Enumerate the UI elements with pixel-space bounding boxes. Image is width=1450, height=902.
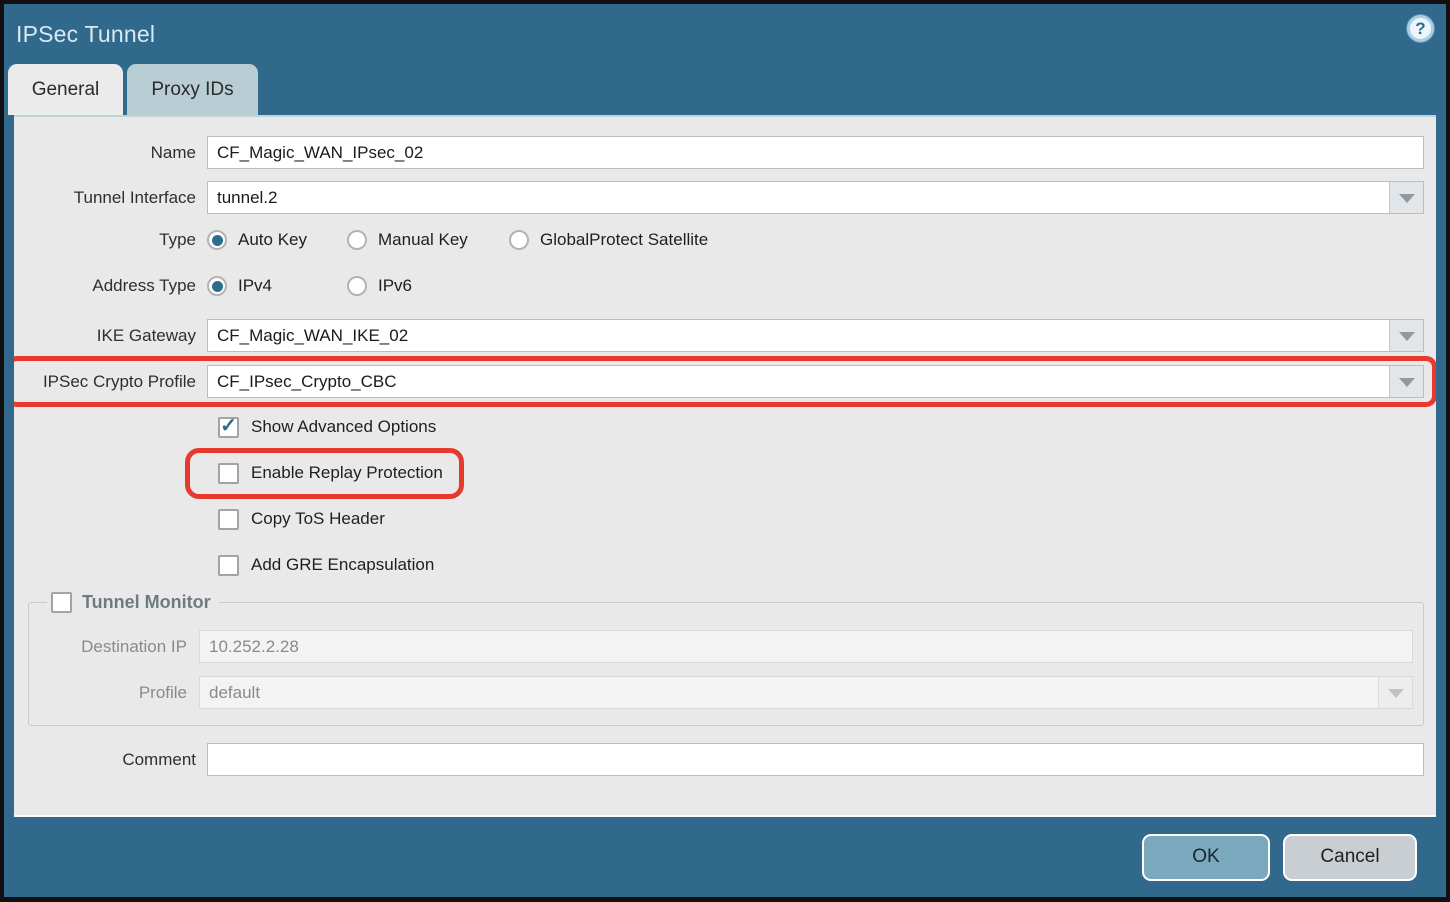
show-advanced-options-label: Show Advanced Options <box>251 417 436 437</box>
destination-ip-input <box>199 630 1413 663</box>
profile-dropdown-button <box>1378 677 1412 708</box>
radio-manual-key-label: Manual Key <box>378 230 468 250</box>
ike-gateway-row: IKE Gateway <box>14 319 1436 352</box>
show-advanced-options-checkbox[interactable] <box>218 417 239 438</box>
enable-replay-protection-row: Enable Replay Protection <box>14 460 1436 486</box>
tunnel-interface-label: Tunnel Interface <box>14 188 207 208</box>
enable-replay-protection-checkbox[interactable] <box>218 463 239 484</box>
radio-ipv4[interactable] <box>207 276 227 296</box>
profile-row: Profile <box>41 676 1413 709</box>
profile-label: Profile <box>41 683 199 703</box>
address-type-label: Address Type <box>14 276 207 296</box>
radio-ipv6-label: IPv6 <box>378 276 412 296</box>
help-icon-glyph: ? <box>1415 20 1425 37</box>
comment-input[interactable] <box>207 743 1424 776</box>
ok-button[interactable]: OK <box>1142 834 1270 881</box>
tab-proxy-ids[interactable]: Proxy IDs <box>127 64 258 115</box>
ipsec-crypto-profile-input[interactable] <box>207 365 1424 398</box>
type-label: Type <box>14 230 207 250</box>
ipsec-crypto-profile-row: IPSec Crypto Profile <box>14 365 1436 398</box>
dialog-title: IPSec Tunnel <box>16 21 155 48</box>
radio-globalprotect-satellite[interactable] <box>509 230 529 250</box>
enable-replay-protection-label: Enable Replay Protection <box>251 463 443 483</box>
ipsec-crypto-profile-dropdown-button[interactable] <box>1389 366 1423 397</box>
copy-tos-header-label: Copy ToS Header <box>251 509 385 529</box>
dialog-titlebar: IPSec Tunnel ? <box>4 4 1446 64</box>
comment-label: Comment <box>14 750 207 770</box>
copy-tos-header-checkbox[interactable] <box>218 509 239 530</box>
ipsec-crypto-profile-label: IPSec Crypto Profile <box>14 372 207 392</box>
radio-globalprotect-satellite-label: GlobalProtect Satellite <box>540 230 708 250</box>
help-icon[interactable]: ? <box>1407 15 1434 42</box>
name-row: Name <box>14 136 1436 169</box>
add-gre-encapsulation-label: Add GRE Encapsulation <box>251 555 434 575</box>
address-type-row: Address Type IPv4 IPv6 <box>14 276 1436 296</box>
profile-input <box>199 676 1413 709</box>
tunnel-interface-input[interactable] <box>207 181 1424 214</box>
tunnel-monitor-checkbox[interactable] <box>51 592 72 613</box>
ike-gateway-input[interactable] <box>207 319 1424 352</box>
tunnel-monitor-label: Tunnel Monitor <box>82 592 211 613</box>
name-input[interactable] <box>207 136 1424 169</box>
ike-gateway-dropdown-button[interactable] <box>1389 320 1423 351</box>
comment-row: Comment <box>14 743 1436 776</box>
radio-manual-key[interactable] <box>347 230 367 250</box>
destination-ip-label: Destination IP <box>41 637 199 657</box>
tunnel-monitor-legend: Tunnel Monitor <box>47 592 219 613</box>
tunnel-monitor-section: Tunnel Monitor Destination IP Profile <box>28 592 1424 726</box>
name-label: Name <box>14 143 207 163</box>
add-gre-encapsulation-checkbox[interactable] <box>218 555 239 576</box>
tunnel-interface-row: Tunnel Interface <box>14 181 1436 214</box>
copy-tos-header-row: Copy ToS Header <box>14 506 1436 532</box>
type-row: Type Auto Key Manual Key GlobalProtect S… <box>14 230 1436 250</box>
add-gre-encapsulation-row: Add GRE Encapsulation <box>14 552 1436 578</box>
radio-ipv4-label: IPv4 <box>238 276 272 296</box>
radio-auto-key-label: Auto Key <box>238 230 307 250</box>
tunnel-interface-dropdown-button[interactable] <box>1389 182 1423 213</box>
tab-general[interactable]: General <box>8 64 123 115</box>
tab-bar: General Proxy IDs <box>4 64 1446 115</box>
show-advanced-options-row: Show Advanced Options <box>14 414 1436 440</box>
dialog-footer: OK Cancel <box>4 817 1446 897</box>
cancel-button[interactable]: Cancel <box>1283 834 1417 881</box>
radio-auto-key[interactable] <box>207 230 227 250</box>
ike-gateway-label: IKE Gateway <box>14 326 207 346</box>
general-tab-panel: Name Tunnel Interface Type Auto Key <box>14 115 1436 817</box>
radio-ipv6[interactable] <box>347 276 367 296</box>
destination-ip-row: Destination IP <box>41 630 1413 663</box>
ipsec-tunnel-dialog: IPSec Tunnel ? General Proxy IDs Name Tu… <box>4 4 1446 897</box>
